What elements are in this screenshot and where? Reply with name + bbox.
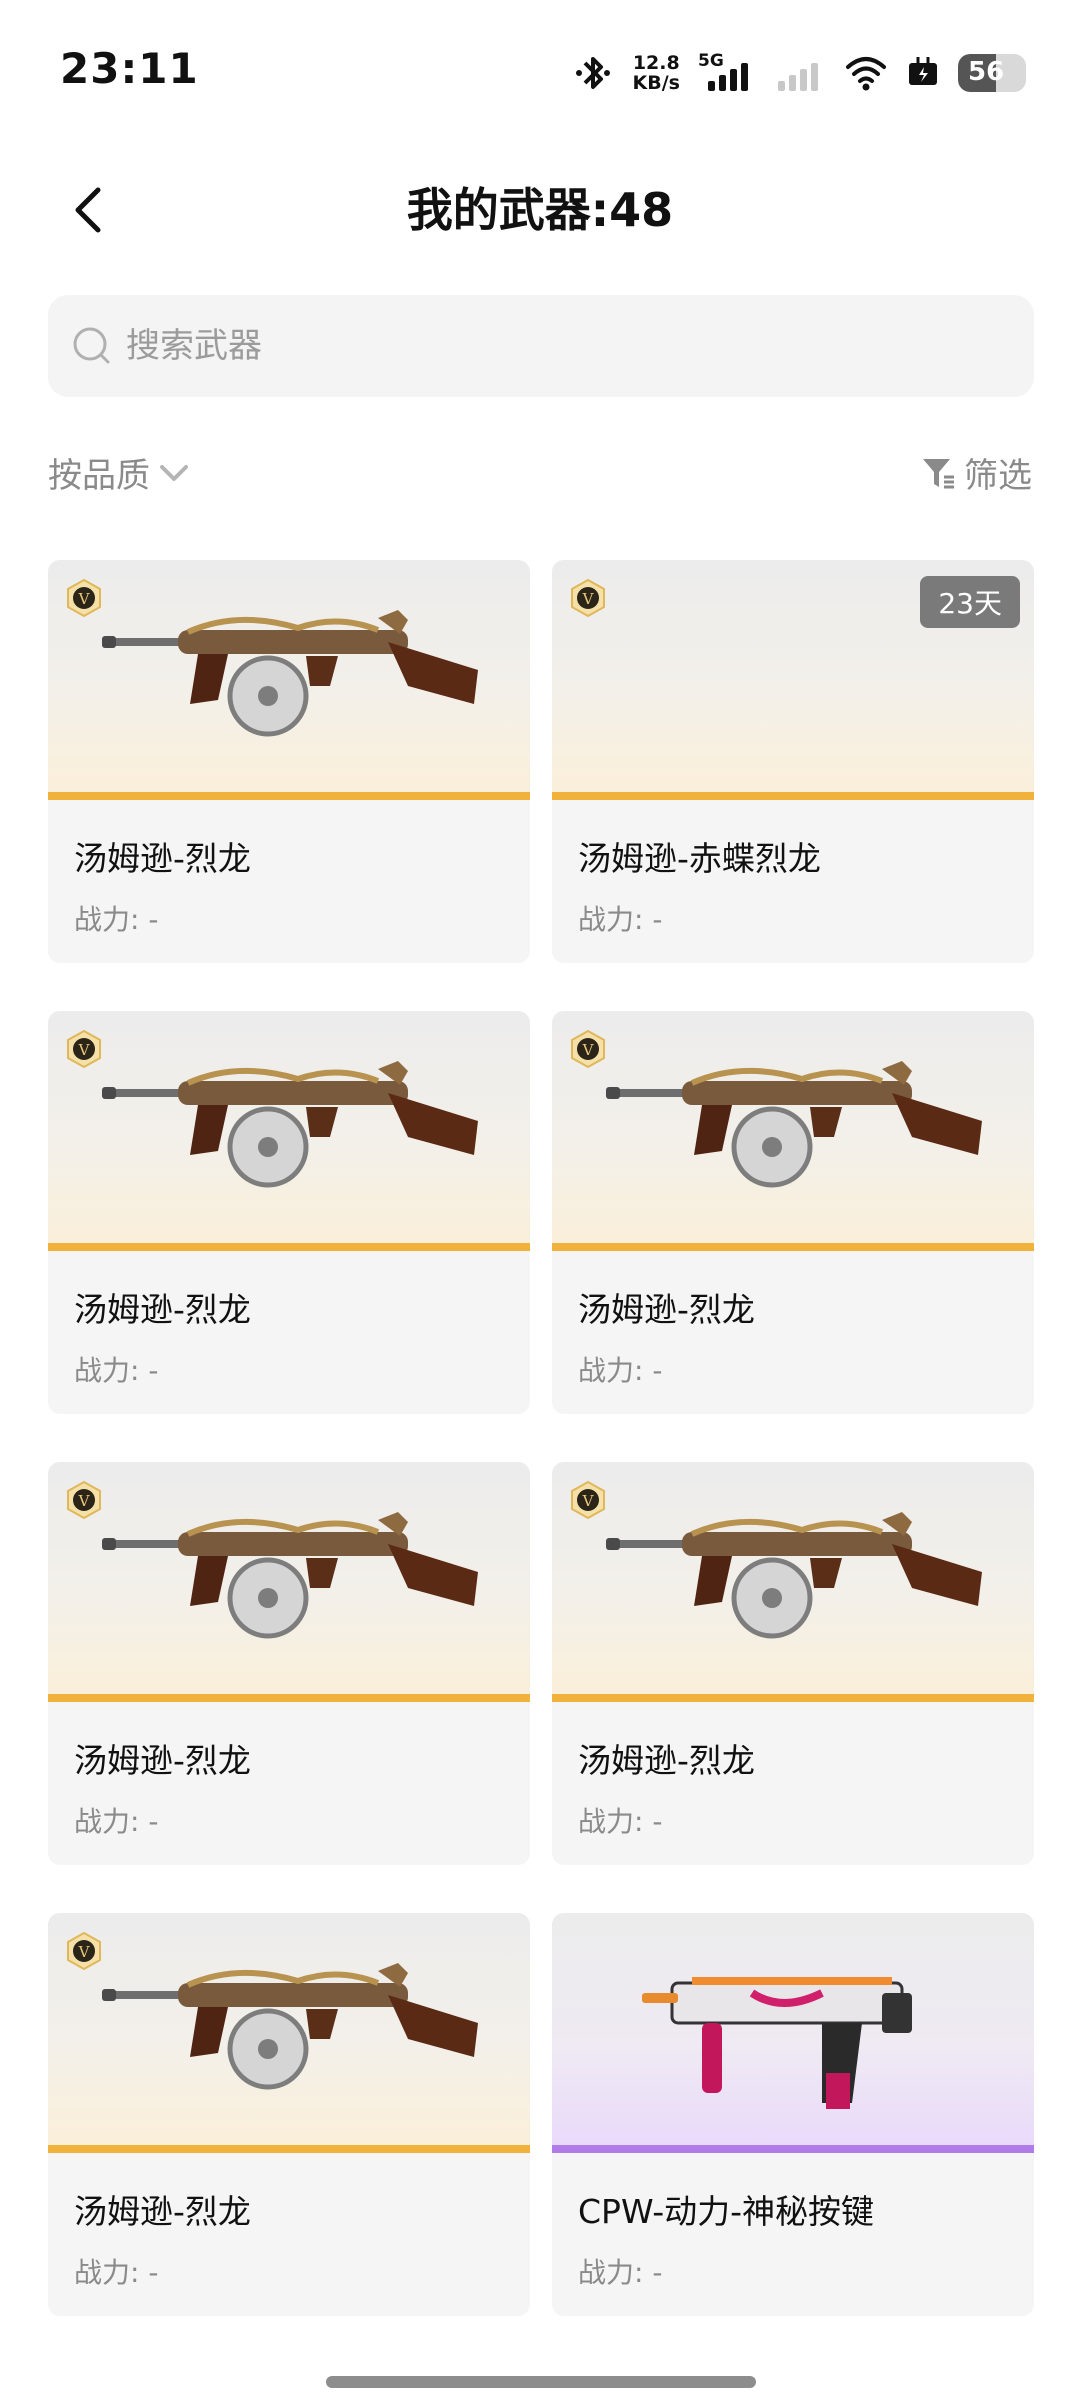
network-speed-unit: KB/s — [632, 72, 680, 94]
filter-label: 筛选 — [964, 456, 1032, 496]
weapon-image-tommy-gun — [606, 1061, 982, 1188]
rarity-bar — [48, 2145, 530, 2153]
weapon-image-tommy-gun — [102, 610, 478, 737]
filter-icon — [923, 458, 954, 488]
weapon-card[interactable]: V 汤姆逊-烈龙战力: - — [48, 560, 530, 963]
weapon-thumbnail: V — [48, 560, 530, 800]
sort-label: 按品质 — [48, 456, 150, 496]
weapon-name: 汤姆逊-赤蝶烈龙 — [578, 839, 821, 878]
battery-icon: 56 — [958, 54, 1026, 92]
weapon-image-tommy-gun — [606, 1512, 982, 1639]
weapon-thumbnail: V — [48, 1913, 530, 2153]
weapon-grid: V 汤姆逊-烈龙 战力: - V 23天 汤姆逊-赤蝶烈龙 战力: - V 汤姆逊-烈… — [48, 560, 1034, 2316]
weapon-name: 汤姆逊-烈龙 — [74, 1290, 251, 1329]
weapon-card[interactable]: V 汤姆逊-烈龙战力: - — [552, 1011, 1034, 1414]
home-indicator[interactable] — [326, 2376, 756, 2388]
weapon-power: 战力: - — [578, 1805, 663, 1838]
search-icon — [73, 327, 110, 364]
network-speed: 12.8 KB/s — [633, 53, 680, 93]
weapon-thumbnail: V — [552, 1462, 1034, 1702]
sort-by-quality-button[interactable]: 按品质 — [48, 448, 192, 497]
weapon-thumbnail: V — [552, 1011, 1034, 1251]
filter-button[interactable]: 筛选 — [920, 448, 1032, 497]
rarity-bar — [48, 792, 530, 800]
weapon-image-tommy-gun — [102, 1963, 478, 2090]
weapon-power: 战力: - — [578, 903, 663, 936]
page-title: 我的武器:48 — [406, 183, 674, 237]
chevron-down-icon — [160, 464, 188, 481]
weapon-card[interactable]: V 汤姆逊-烈龙战力: - — [48, 1011, 530, 1414]
weapon-name: 汤姆逊-烈龙 — [74, 1741, 251, 1780]
weapon-card[interactable]: V 汤姆逊-烈龙战力: - — [48, 1462, 530, 1865]
weapon-power: 战力: - — [74, 1805, 159, 1838]
weapon-name: 汤姆逊-烈龙 — [578, 1290, 755, 1329]
expiry-days-badge: 23天 — [920, 576, 1020, 628]
rarity-bar — [552, 1694, 1034, 1702]
status-icons: 12.8 KB/s 5G 56 — [571, 48, 1026, 98]
rarity-bar — [552, 1243, 1034, 1251]
status-time: 23:11 — [60, 44, 199, 93]
search-bar[interactable] — [48, 295, 1034, 397]
status-bar: 23:11 12.8 KB/s 5G 56 — [0, 0, 1080, 140]
signal-secondary-icon — [776, 51, 826, 95]
weapon-image-cpw-smg — [642, 1977, 912, 2109]
weapon-image-tommy-gun — [102, 1512, 478, 1639]
rarity-bar — [48, 1243, 530, 1251]
weapon-thumbnail: V — [48, 1462, 530, 1702]
weapon-card[interactable]: CPW-动力-神秘按键战力: - — [552, 1913, 1034, 2316]
weapon-thumbnail: V — [48, 1011, 530, 1251]
svg-text:V: V — [582, 590, 595, 608]
signal-5g-icon: 5G — [698, 51, 758, 95]
bluetooth-icon — [575, 57, 610, 89]
weapon-card[interactable]: V 汤姆逊-烈龙战力: - — [48, 1913, 530, 2316]
quality-badge-icon: V — [571, 578, 605, 618]
weapon-thumbnail — [552, 1913, 1034, 2153]
weapon-card[interactable]: V 汤姆逊-烈龙战力: - — [552, 1462, 1034, 1865]
weapon-name: 汤姆逊-烈龙 — [74, 839, 251, 878]
weapon-thumbnail: V 23天 — [552, 560, 1034, 800]
rarity-bar — [48, 1694, 530, 1702]
weapon-power: 战力: - — [74, 2256, 159, 2289]
wifi-icon — [846, 57, 886, 91]
battery-level: 56 — [968, 57, 1005, 87]
weapon-power: 战力: - — [74, 1354, 159, 1387]
weapon-card[interactable]: V 23天汤姆逊-赤蝶烈龙战力: - — [552, 560, 1034, 963]
weapon-power: 战力: - — [74, 903, 159, 936]
weapon-name: CPW-动力-神秘按键 — [578, 2192, 875, 2231]
weapon-name: 汤姆逊-烈龙 — [74, 2192, 251, 2231]
charging-icon — [909, 57, 937, 85]
weapon-image-tommy-gun — [102, 1061, 478, 1188]
weapon-power: 战力: - — [578, 1354, 663, 1387]
search-input[interactable] — [126, 326, 926, 366]
network-speed-value: 12.8 — [632, 52, 680, 74]
rarity-bar — [552, 2145, 1034, 2153]
rarity-bar — [552, 792, 1034, 800]
weapon-power: 战力: - — [578, 2256, 663, 2289]
weapon-name: 汤姆逊-烈龙 — [578, 1741, 755, 1780]
